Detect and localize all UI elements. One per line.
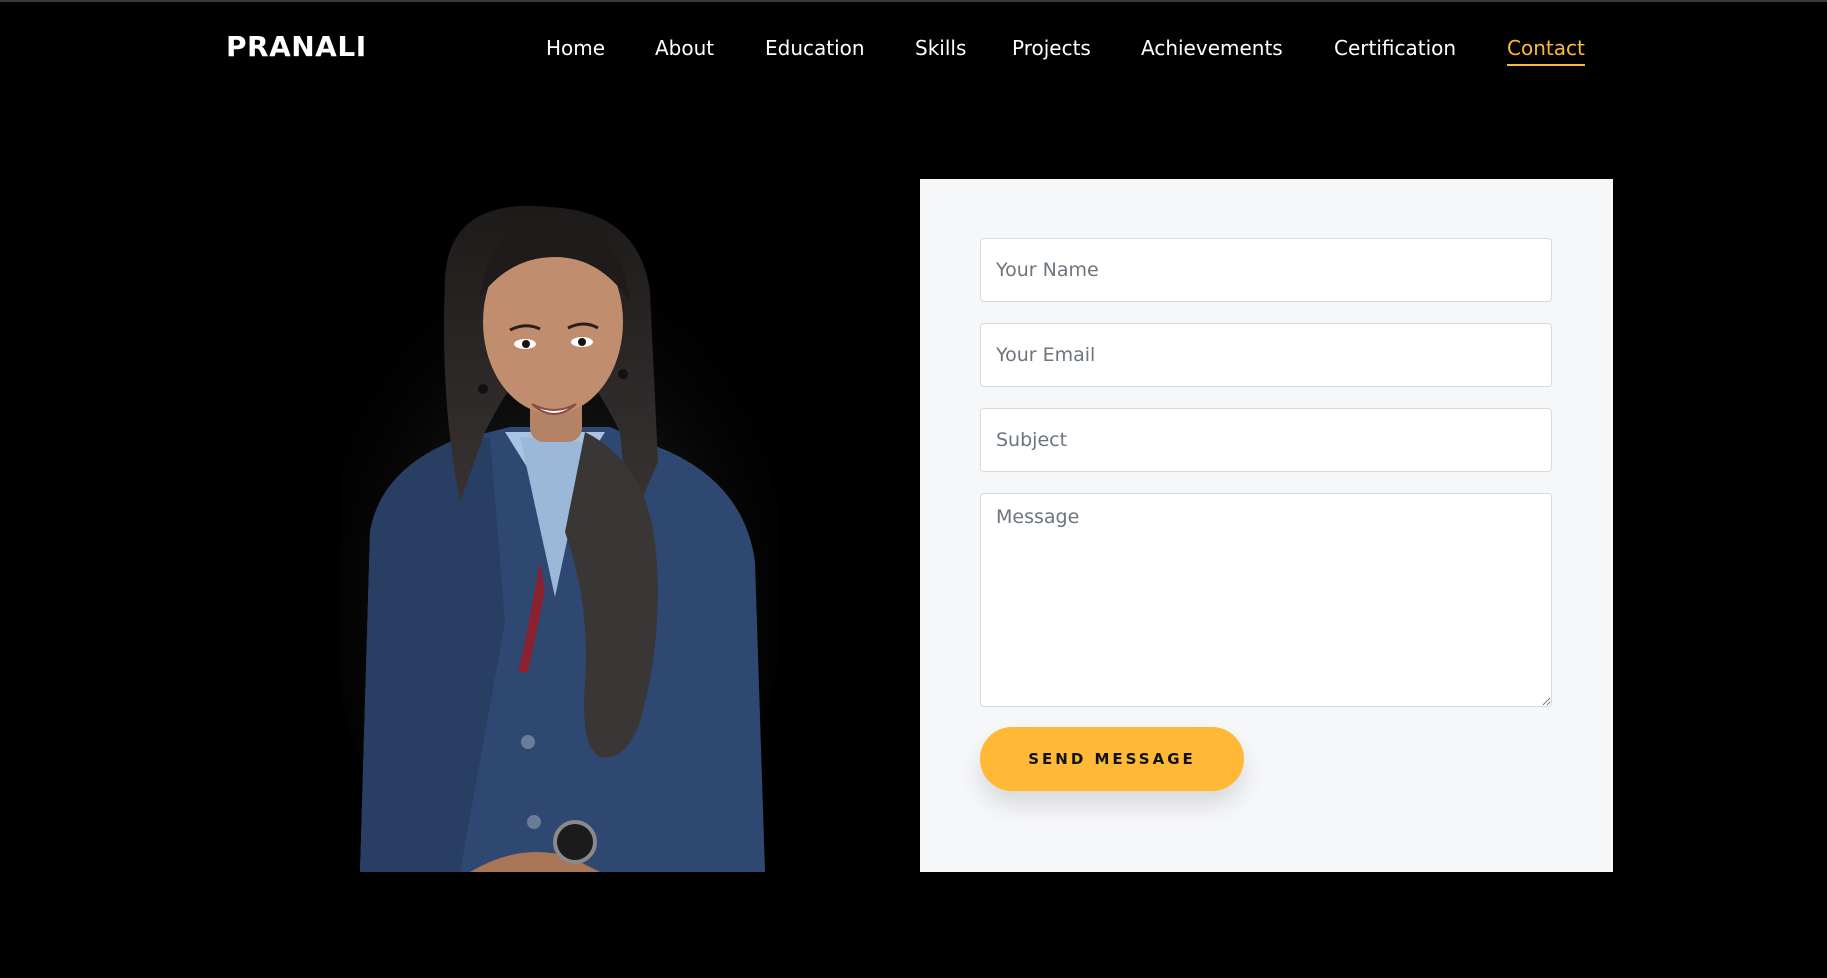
contact-form-card: SEND MESSAGE bbox=[920, 179, 1613, 872]
name-input[interactable] bbox=[980, 238, 1552, 302]
profile-photo bbox=[340, 202, 780, 872]
message-textarea[interactable] bbox=[980, 493, 1552, 707]
main-nav: Home About Education Skills Projects Ach… bbox=[0, 36, 1827, 76]
profile-photo-illustration bbox=[340, 205, 780, 872]
nav-about-link[interactable]: About bbox=[655, 36, 714, 60]
subject-input[interactable] bbox=[980, 408, 1552, 472]
email-input[interactable] bbox=[980, 323, 1552, 387]
nav-contact-link[interactable]: Contact bbox=[1507, 36, 1585, 66]
nav-education-link[interactable]: Education bbox=[765, 36, 865, 60]
nav-home-link[interactable]: Home bbox=[546, 36, 605, 60]
nav-projects-link[interactable]: Projects bbox=[1012, 36, 1091, 60]
send-message-button[interactable]: SEND MESSAGE bbox=[980, 727, 1244, 791]
navbar: PRANALI Home About Education Skills Proj… bbox=[0, 2, 1827, 98]
page: PRANALI Home About Education Skills Proj… bbox=[0, 0, 1827, 978]
nav-certification-link[interactable]: Certification bbox=[1334, 36, 1456, 60]
nav-skills-link[interactable]: Skills bbox=[915, 36, 966, 60]
nav-achievements-link[interactable]: Achievements bbox=[1141, 36, 1283, 60]
